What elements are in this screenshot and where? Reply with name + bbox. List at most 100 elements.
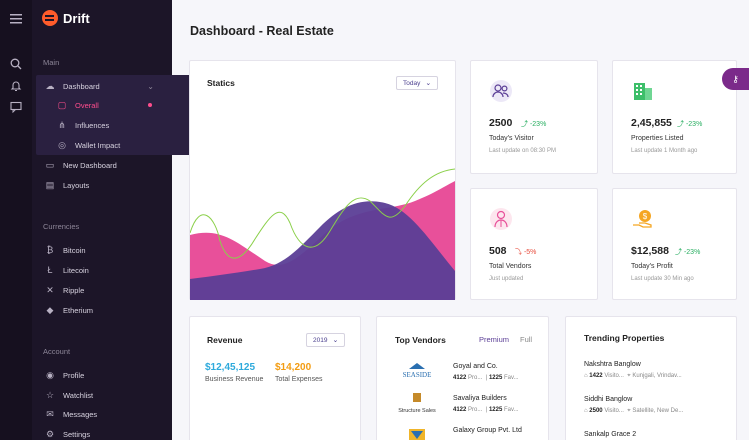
message-icon: ✉	[46, 409, 54, 419]
sidebar-item-label: Influences	[75, 120, 110, 130]
stat-label: Properties Listed	[631, 135, 684, 142]
stat-label: Total Vendors	[489, 263, 532, 270]
section-currencies-title: Currencies	[43, 222, 80, 231]
property-name: Sankalp Grace 2	[584, 431, 637, 438]
sidebar-item-ripple[interactable]: ✕ Ripple	[40, 280, 162, 300]
sidebar-item-bitcoin[interactable]: ₿ Bitcoin	[40, 240, 162, 260]
vendor-logo	[395, 425, 439, 440]
key-icon: ⚷	[732, 74, 739, 84]
stat-note: Last update 30 Min ago	[631, 276, 694, 282]
stat-label: Today's Visitor	[489, 135, 534, 142]
sidebar-item-wallet-impact[interactable]: ◎ Wallet Impact	[40, 135, 162, 155]
sidebar-item-overall[interactable]: ▢ Overall	[40, 95, 162, 115]
brand[interactable]: Drift	[42, 9, 90, 27]
stat-note: Last update on 08:30 PM	[489, 148, 557, 154]
vendor-meta: 4122 Pro... | 1225 Fav...	[453, 375, 519, 381]
sidebar-item-label: New Dashboard	[63, 160, 117, 170]
property-visits-suffix: Visito...	[604, 373, 624, 379]
sidebar-item-litecoin[interactable]: Ł Litecoin	[40, 260, 162, 280]
sidebar: Drift Main ☁ Dashboard ⌄ ▢ Overall ⋔ Inf…	[32, 0, 194, 440]
vendor-logo: Structure Sales	[395, 393, 439, 415]
tab-premium[interactable]: Premium	[479, 335, 509, 344]
business-revenue-label: Business Revenue	[205, 376, 264, 383]
chevron-down-icon: ⌄	[147, 81, 154, 91]
property-meta: ⌂ 1422 Visito... ⌖ Kunjgali, Vrindav...	[584, 373, 724, 380]
vendor-row[interactable]: Structure Sales Savaliya Builders 4122 P…	[395, 393, 545, 419]
revenue-card: Revenue 2019 ⌄ $12,45,125 Business Reven…	[189, 316, 361, 440]
stat-card-vendors: 508 ⤵ -5% Total Vendors Just updated	[470, 188, 598, 300]
active-dot	[148, 103, 152, 107]
statics-title: Statics	[207, 78, 235, 88]
sidebar-item-label: Overall	[75, 100, 99, 110]
vendor-sub: 1225	[488, 407, 503, 413]
statics-card: Statics Today ⌄	[189, 60, 456, 300]
stat-change: ⤴ -23%	[521, 121, 547, 128]
vendor-name: Goyal and Co.	[453, 363, 498, 370]
sidebar-item-settings[interactable]: ⚙ Settings	[40, 424, 162, 440]
litecoin-icon: Ł	[47, 265, 53, 275]
property-visits-suffix: Visito...	[604, 408, 624, 414]
stat-change-text: -23%	[683, 249, 701, 256]
revenue-year-dropdown[interactable]: 2019 ⌄	[306, 333, 346, 347]
tab-full[interactable]: Full	[520, 335, 532, 344]
vendor-count-suffix: Pro...	[468, 407, 483, 413]
revenue-year-value: 2019	[313, 336, 328, 344]
statics-filter-value: Today	[403, 79, 421, 87]
sidebar-item-label: Bitcoin	[63, 245, 86, 255]
vendor-logo: SEASIDE	[395, 361, 439, 383]
chat-icon[interactable]	[8, 101, 24, 117]
cloud-icon: ☁	[45, 81, 55, 91]
sidebar-item-label: Etherium	[63, 305, 94, 315]
page-title: Dashboard - Real Estate	[190, 24, 334, 38]
stat-change-text: -23%	[685, 121, 703, 128]
monitor-icon: ▭	[45, 160, 55, 170]
sidebar-item-messages[interactable]: ✉ Messages	[40, 404, 162, 424]
sidebar-item-watchlist[interactable]: ☆ Watchlist	[40, 385, 162, 405]
menu-icon[interactable]	[8, 12, 24, 28]
stat-note: Just updated	[489, 276, 524, 282]
layout-icon: ▤	[45, 180, 55, 190]
property-row[interactable]: Siddhi Banglow ⌂ 2500 Visito... ⌖ Satell…	[584, 396, 724, 415]
search-icon[interactable]	[8, 58, 24, 74]
sidebar-item-influences[interactable]: ⋔ Influences	[40, 115, 162, 135]
property-location: Kunjgali, Vrindav...	[632, 373, 682, 379]
property-row[interactable]: Sankalp Grace 2	[584, 431, 724, 438]
vendor-row[interactable]: Galaxy Group Pvt. Ltd	[395, 425, 545, 440]
stat-card-properties: 2,45,855 ⤴ -23% Properties Listed Last u…	[612, 60, 737, 174]
gear-icon: ⚙	[45, 429, 55, 439]
floating-settings-button[interactable]: ⚷	[722, 68, 749, 90]
sidebar-item-label: Messages	[63, 409, 98, 419]
vendor-sub-suffix: Fav...	[503, 407, 519, 413]
brand-name: Drift	[63, 10, 90, 26]
property-meta: ⌂ 2500 Visito... ⌖ Satellite, New De...	[584, 408, 724, 415]
sidebar-item-new-dashboard[interactable]: ▭ New Dashboard	[40, 155, 162, 175]
doc-icon: ▢	[57, 100, 67, 110]
sidebar-item-layouts[interactable]: ▤ Layouts	[40, 175, 162, 195]
property-row[interactable]: Nakshtra Banglow ⌂ 1422 Visito... ⌖ Kunj…	[584, 361, 724, 380]
stat-value: 2500	[489, 117, 513, 129]
sidebar-item-label: Litecoin	[63, 265, 89, 275]
stat-value: $12,588	[631, 245, 669, 257]
property-visits: 1422	[589, 373, 603, 379]
bell-icon[interactable]	[8, 80, 24, 96]
stat-value: 508	[489, 245, 507, 257]
stat-change: ⤴ -23%	[675, 249, 701, 256]
sidebar-item-profile[interactable]: ◉ Profile	[40, 365, 162, 385]
statics-filter-dropdown[interactable]: Today ⌄	[396, 76, 439, 90]
eye-icon: ⌂	[584, 373, 588, 379]
revenue-title: Revenue	[207, 335, 243, 345]
sidebar-item-label: Watchlist	[63, 390, 94, 400]
sidebar-item-dashboard[interactable]: ☁ Dashboard ⌄	[40, 76, 162, 96]
vendor-count: 4122	[453, 407, 467, 413]
vendor-row[interactable]: SEASIDE Goyal and Co. 4122 Pro... | 1225…	[395, 361, 545, 387]
top-vendors-title: Top Vendors	[395, 335, 446, 345]
vendor-sub: 1225	[488, 375, 503, 381]
stat-value: 2,45,855	[631, 117, 672, 129]
sidebar-item-label: Wallet Impact	[75, 140, 121, 150]
location-pin-icon: ⌖	[627, 408, 631, 414]
top-vendors-card: Top Vendors Premium Full SEASIDE Goyal a…	[376, 316, 549, 440]
building-icon	[634, 83, 652, 100]
location-pin-icon: ⌖	[627, 373, 631, 379]
property-location: Satellite, New De...	[632, 408, 684, 414]
sidebar-item-etherium[interactable]: ◆ Etherium	[40, 300, 162, 320]
